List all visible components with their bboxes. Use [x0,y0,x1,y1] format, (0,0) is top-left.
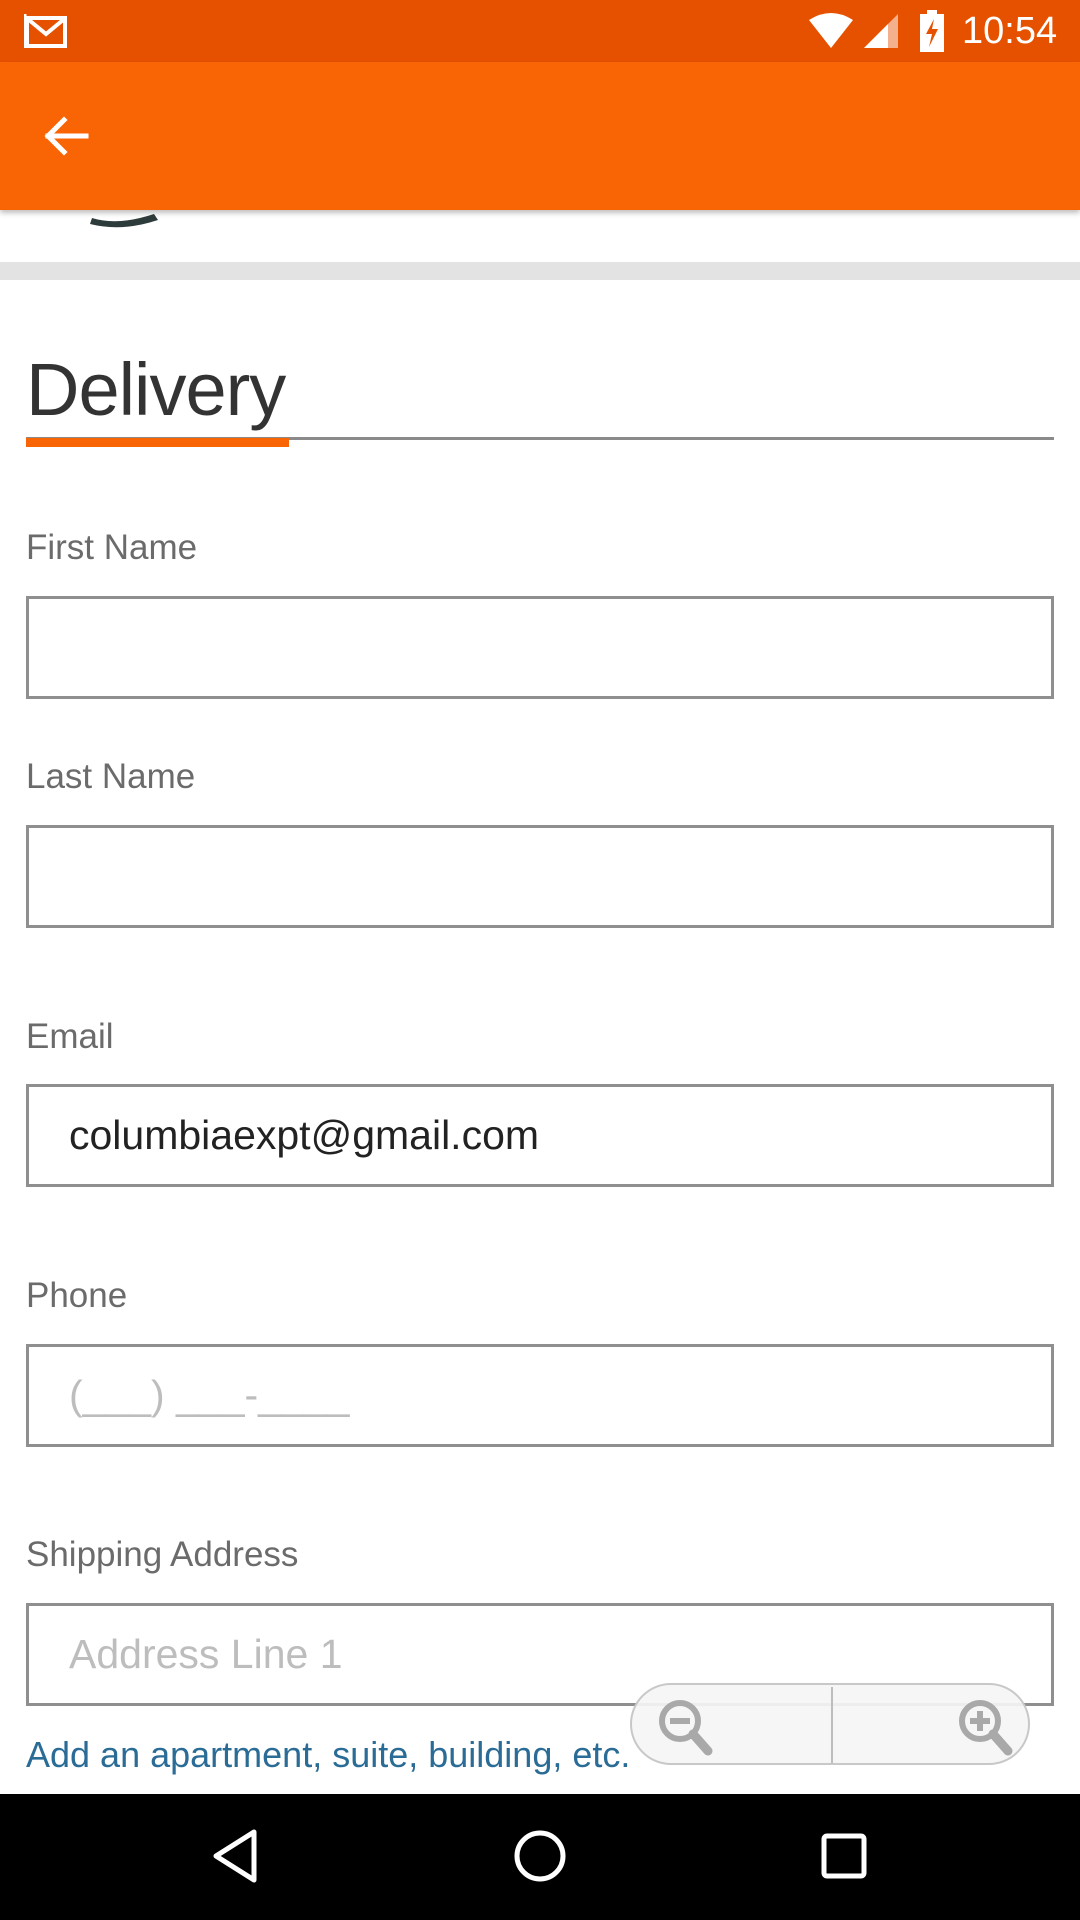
first-name-field[interactable] [26,596,1054,699]
status-bar: 10:54 [0,0,1080,62]
add-address-line-link[interactable]: Add an apartment, suite, building, etc. [26,1734,630,1776]
email-label: Email [26,1017,114,1056]
title-accent-bar [26,438,289,447]
zoom-out-icon[interactable] [654,1693,714,1757]
section-divider [0,262,1080,280]
status-clock: 10:54 [962,10,1058,52]
navigation-bar [0,1794,1080,1920]
cell-signal-icon [864,14,898,48]
gmail-notification-icon [24,14,67,48]
product-image-fragment [90,214,158,228]
section-title: Delivery [26,348,286,431]
last-name-field[interactable] [26,825,1054,928]
recents-square-icon[interactable] [812,1824,876,1888]
zoom-controls [630,1683,1030,1765]
first-name-label: First Name [26,528,198,567]
back-triangle-icon[interactable] [204,1824,268,1888]
wifi-icon [809,13,853,48]
app-bar [0,62,1080,210]
last-name-label: Last Name [26,757,196,796]
email-field[interactable] [26,1084,1054,1187]
zoom-in-icon[interactable] [954,1693,1014,1757]
shipping-address-label: Shipping Address [26,1535,299,1574]
battery-charging-icon [920,10,944,52]
phone-field[interactable] [26,1344,1054,1447]
zoom-separator [831,1687,833,1763]
back-arrow-icon[interactable] [40,110,92,162]
home-circle-icon[interactable] [508,1824,572,1888]
phone-label: Phone [26,1276,128,1315]
